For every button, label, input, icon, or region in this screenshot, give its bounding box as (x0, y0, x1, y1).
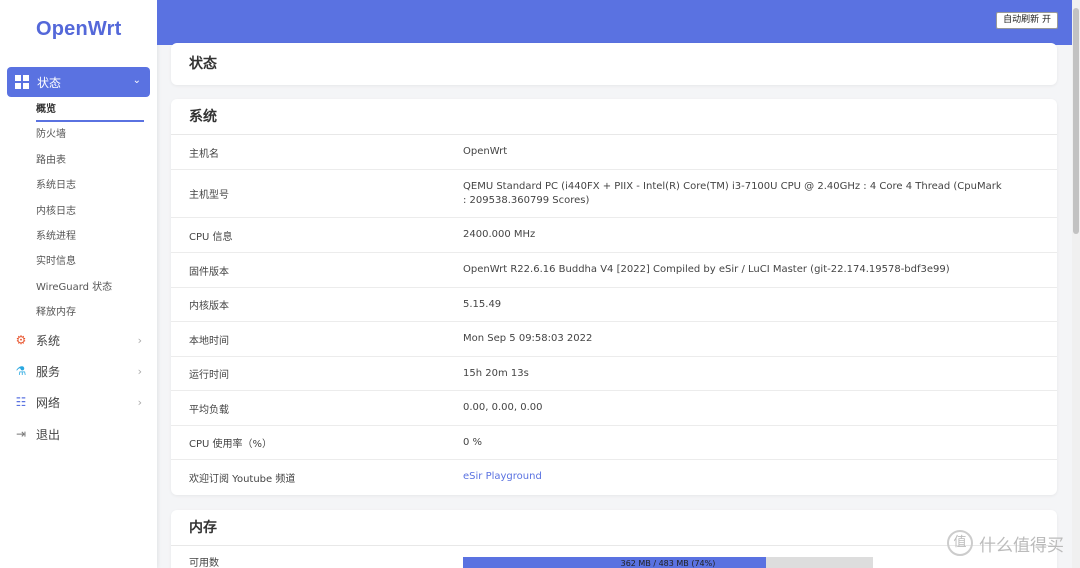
top-header: 自动刷新 开 (157, 0, 1080, 45)
table-row: 主机型号 QEMU Standard PC (i440FX + PIIX - I… (171, 170, 1057, 218)
row-key: 本地时间 (189, 335, 229, 347)
gear-icon: ⚙ (15, 333, 27, 347)
youtube-channel-link[interactable]: eSir Playground (463, 460, 1057, 494)
watermark: 值 什么值得买 (947, 530, 1064, 556)
row-value: 2400.000 MHz (463, 229, 536, 240)
submenu-realtime[interactable]: 实时信息 (36, 252, 144, 277)
memory-card-title: 内存 (171, 510, 1057, 546)
row-value: QEMU Standard PC (i440FX + PIIX - Intel(… (463, 180, 1002, 206)
sidebar: OpenWrt 状态 ⌄ 概览 防火墙 路由表 系统日志 内核日志 系统进程 实… (0, 0, 157, 568)
status-card: 状态 (171, 43, 1057, 85)
table-row: 平均负载 0.00, 0.00, 0.00 (171, 391, 1057, 426)
row-key: 运行时间 (189, 370, 229, 381)
row-value: 0.00, 0.00, 0.00 (463, 402, 543, 413)
menu-logout-label: 退出 (36, 427, 61, 442)
chevron-right-icon: › (137, 364, 142, 378)
row-key: CPU 信息 (189, 231, 233, 243)
menu-status-label: 状态 (37, 75, 62, 90)
row-value: 15h 20m 13s (463, 367, 529, 379)
table-row: 可用数 362 MB / 483 MB (74%) (171, 546, 1057, 568)
dashboard-icon (15, 75, 29, 89)
watermark-badge: 值 (947, 530, 973, 556)
row-key: 平均负载 (189, 404, 229, 416)
menu-network[interactable]: ☷ 网络 › (14, 392, 144, 412)
page-title: 状态 (189, 56, 217, 72)
table-row: CPU 使用率（%） 0 % (171, 426, 1057, 460)
submenu-routes[interactable]: 路由表 (36, 151, 144, 176)
brand-logo[interactable]: OpenWrt (36, 18, 121, 41)
submenu-overview[interactable]: 概览 (36, 100, 144, 122)
row-value: 5.15.49 (463, 298, 502, 310)
auto-refresh-button[interactable]: 自动刷新 开 (996, 12, 1058, 29)
system-card: 系统 主机名 OpenWrt 主机型号 QEMU Standard PC (i4… (171, 99, 1057, 495)
row-key: 固件版本 (189, 266, 229, 278)
row-key: 可用数 (189, 557, 219, 568)
memory-progress-bar: 362 MB / 483 MB (74%) (463, 557, 873, 568)
system-card-title: 系统 (171, 99, 1057, 135)
table-row: 欢迎订阅 Youtube 频道 eSir Playground (171, 460, 1057, 494)
scrollbar-thumb[interactable] (1073, 8, 1079, 234)
page-scrollbar[interactable] (1072, 0, 1080, 568)
table-row: CPU 信息 2400.000 MHz (171, 218, 1057, 253)
watermark-text: 什么值得买 (979, 535, 1064, 556)
table-row: 本地时间 Mon Sep 5 09:58:03 2022 (171, 322, 1057, 357)
submenu-processes[interactable]: 系统进程 (36, 227, 144, 252)
menu-status[interactable]: 状态 ⌄ (7, 67, 150, 97)
row-value: OpenWrt R22.6.16 Buddha V4 [2022] Compil… (463, 264, 950, 275)
row-key: 内核版本 (189, 301, 229, 312)
table-row: 固件版本 OpenWrt R22.6.16 Buddha V4 [2022] C… (171, 253, 1057, 288)
table-row: 主机名 OpenWrt (171, 135, 1057, 170)
table-row: 运行时间 15h 20m 13s (171, 357, 1057, 391)
menu-system-label: 系统 (36, 333, 61, 348)
status-submenu: 概览 防火墙 路由表 系统日志 内核日志 系统进程 实时信息 WireGuard… (36, 100, 144, 329)
submenu-free-memory[interactable]: 释放内存 (36, 303, 144, 328)
chevron-right-icon: › (137, 333, 142, 347)
row-key: 主机型号 (189, 190, 229, 201)
row-key: 欢迎订阅 Youtube 频道 (189, 473, 296, 485)
chevron-right-icon: › (137, 395, 142, 409)
memory-card: 内存 可用数 362 MB / 483 MB (74%) (171, 510, 1057, 568)
row-value: OpenWrt (463, 146, 508, 157)
row-key: 主机名 (189, 148, 219, 160)
memory-progress-text: 362 MB / 483 MB (74%) (620, 559, 716, 568)
menu-system[interactable]: ⚙ 系统 › (14, 330, 144, 350)
logout-icon: ⇥ (15, 427, 27, 441)
submenu-kernel-log[interactable]: 内核日志 (36, 202, 144, 227)
network-icon: ☷ (15, 395, 27, 409)
row-key: CPU 使用率（%） (189, 439, 273, 450)
chevron-down-icon: ⌄ (132, 75, 141, 86)
submenu-wireguard[interactable]: WireGuard 状态 (36, 278, 144, 303)
menu-services-label: 服务 (36, 364, 61, 379)
table-row: 内核版本 5.15.49 (171, 288, 1057, 322)
services-icon: ⚗ (15, 364, 27, 378)
row-value: 0 % (463, 436, 483, 448)
submenu-firewall[interactable]: 防火墙 (36, 125, 144, 150)
row-value: Mon Sep 5 09:58:03 2022 (463, 333, 593, 344)
menu-network-label: 网络 (36, 395, 61, 410)
menu-services[interactable]: ⚗ 服务 › (14, 361, 144, 381)
submenu-system-log[interactable]: 系统日志 (36, 176, 144, 201)
menu-logout[interactable]: ⇥ 退出 (14, 424, 144, 444)
